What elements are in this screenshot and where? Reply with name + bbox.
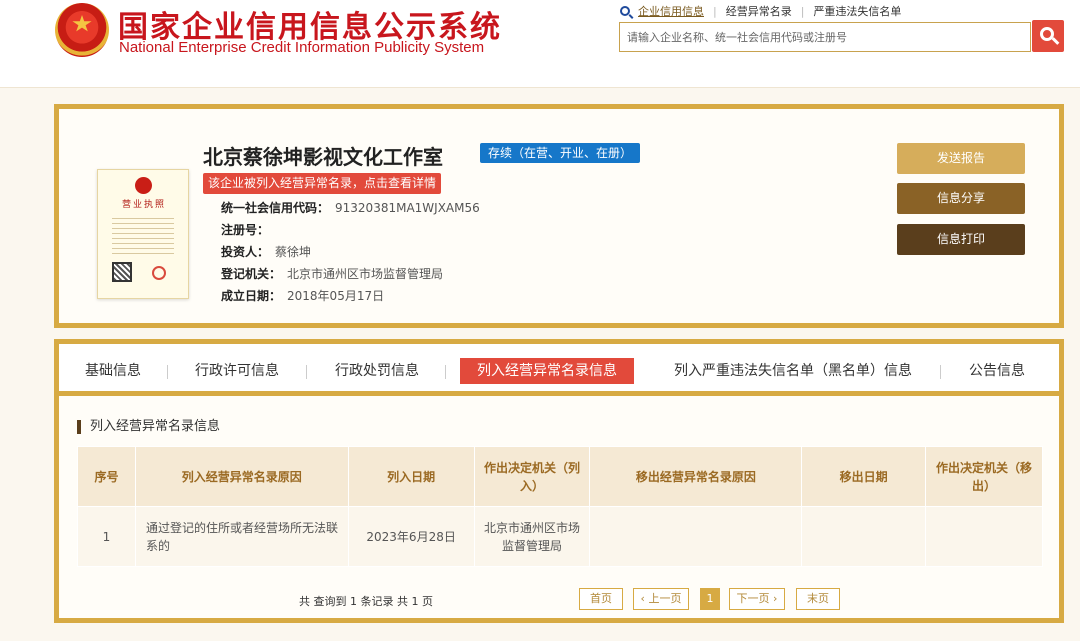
nav-link-blacklist[interactable]: 严重违法失信名单 <box>813 5 901 18</box>
info-key: 注册号： <box>221 223 270 237</box>
info-value: 北京市通州区市场监督管理局 <box>287 267 444 281</box>
info-row-credit-code: 统一社会信用代码： 91320381MA1WJXAM56 <box>221 197 480 219</box>
business-license-image[interactable]: 营业执照 <box>97 169 189 299</box>
license-text-lines <box>112 214 174 254</box>
site-title-en: National Enterprise Credit Information P… <box>119 39 485 56</box>
tab-separator <box>940 365 941 379</box>
tab-separator <box>167 365 168 379</box>
tab-blacklist[interactable]: 列入严重违法失信名单（黑名单）信息 <box>665 358 921 384</box>
top-nav: 企业信用信息 | 经营异常名录 | 严重违法失信名单 <box>620 3 901 19</box>
company-name: 北京蔡徐坤影视文化工作室 <box>203 145 443 169</box>
table-cell: 北京市通州区市场监督管理局 <box>473 506 591 567</box>
info-row-investor: 投资人： 蔡徐坤 <box>221 241 480 263</box>
search-input[interactable] <box>620 23 1030 51</box>
table-cell: 2023年6月28日 <box>347 506 475 567</box>
info-key: 统一社会信用代码： <box>221 201 330 215</box>
info-row-authority: 登记机关： 北京市通州区市场监督管理局 <box>221 263 480 285</box>
nav-separator: | <box>800 5 805 18</box>
tab-basic-info[interactable]: 基础信息 <box>81 358 145 384</box>
table-cell: 1 <box>77 506 136 567</box>
info-value: 蔡徐坤 <box>275 245 312 259</box>
prev-page-button[interactable]: ‹ 上一页 <box>633 588 689 610</box>
abnormal-list-table: 序号 列入经营异常名录原因 列入日期 作出决定机关（列入） 移出经营异常名录原因… <box>77 446 1043 567</box>
detail-panel: 基础信息 行政许可信息 行政处罚信息 列入经营异常名录信息 列入严重违法失信名单… <box>54 339 1064 623</box>
table-cell: 通过登记的住所或者经营场所无法联系的 <box>134 506 349 567</box>
tab-admin-penalty[interactable]: 行政处罚信息 <box>329 358 425 384</box>
tab-admin-license[interactable]: 行政许可信息 <box>189 358 285 384</box>
tab-separator <box>445 365 446 379</box>
search-icon <box>1040 27 1054 41</box>
send-report-button[interactable]: 发送报告 <box>897 143 1025 174</box>
national-emblem-icon <box>55 3 109 57</box>
search-box <box>619 22 1031 52</box>
nav-link-credit-info[interactable]: 企业信用信息 <box>638 5 704 18</box>
info-row-reg-no: 注册号： <box>221 219 480 241</box>
next-page-button[interactable]: 下一页 › <box>729 588 785 610</box>
info-value: 91320381MA1WJXAM56 <box>335 201 480 215</box>
status-badge: 存续（在营、开业、在册） <box>480 143 641 163</box>
column-header: 移出日期 <box>801 446 927 507</box>
info-key: 登记机关： <box>221 267 282 281</box>
share-info-button[interactable]: 信息分享 <box>897 183 1025 214</box>
table-header-row: 序号 列入经营异常名录原因 列入日期 作出决定机关（列入） 移出经营异常名录原因… <box>77 446 1043 507</box>
table-row: 1 通过登记的住所或者经营场所无法联系的 2023年6月28日 北京市通州区市场… <box>77 506 1043 567</box>
info-key: 成立日期： <box>221 289 282 303</box>
tab-separator <box>306 365 307 379</box>
record-count: 共 查询到 1 条记录 共 1 页 <box>299 595 433 608</box>
section-title: 列入经营异常名录信息 <box>77 420 220 434</box>
nav-link-abnormal-list[interactable]: 经营异常名录 <box>726 5 792 18</box>
table-cell <box>801 506 927 567</box>
info-key: 投资人： <box>221 245 270 259</box>
table-cell <box>925 506 1043 567</box>
first-page-button[interactable]: 首页 <box>579 588 623 610</box>
column-header: 列入日期 <box>347 446 475 507</box>
column-header: 作出决定机关（移出） <box>925 446 1043 507</box>
nav-separator: | <box>713 5 717 18</box>
last-page-button[interactable]: 末页 <box>796 588 840 610</box>
current-page-button[interactable]: 1 <box>700 588 720 610</box>
column-header: 列入经营异常名录原因 <box>134 446 349 507</box>
company-card: 营业执照 北京蔡徐坤影视文化工作室 存续（在营、开业、在册） 该企业被列入经营异… <box>54 104 1064 328</box>
table-cell <box>589 506 803 567</box>
license-emblem-icon <box>135 177 152 194</box>
print-info-button[interactable]: 信息打印 <box>897 224 1025 255</box>
search-button[interactable] <box>1032 20 1064 52</box>
info-row-established: 成立日期： 2018年05月17日 <box>221 285 480 307</box>
company-info-list: 统一社会信用代码： 91320381MA1WJXAM56 注册号： 投资人： 蔡徐坤… <box>221 197 480 307</box>
search-small-icon <box>620 6 630 16</box>
abnormal-warning-link[interactable]: 该企业被列入经营异常名录，点击查看详情 <box>203 173 442 194</box>
column-header: 作出决定机关（列入） <box>473 446 591 507</box>
tab-announcement[interactable]: 公告信息 <box>965 358 1029 384</box>
column-header: 序号 <box>77 446 136 507</box>
site-header: 国家企业信用信息公示系统 National Enterprise Credit … <box>0 0 1080 88</box>
qr-code-icon <box>112 262 132 282</box>
info-value: 2018年05月17日 <box>287 289 385 303</box>
column-header: 移出经营异常名录原因 <box>589 446 803 507</box>
license-title: 营业执照 <box>121 200 166 210</box>
tab-bar: 基础信息 行政许可信息 行政处罚信息 列入经营异常名录信息 列入严重违法失信名单… <box>59 344 1059 396</box>
seal-icon <box>152 266 166 280</box>
tab-abnormal-list[interactable]: 列入经营异常名录信息 <box>460 358 634 384</box>
